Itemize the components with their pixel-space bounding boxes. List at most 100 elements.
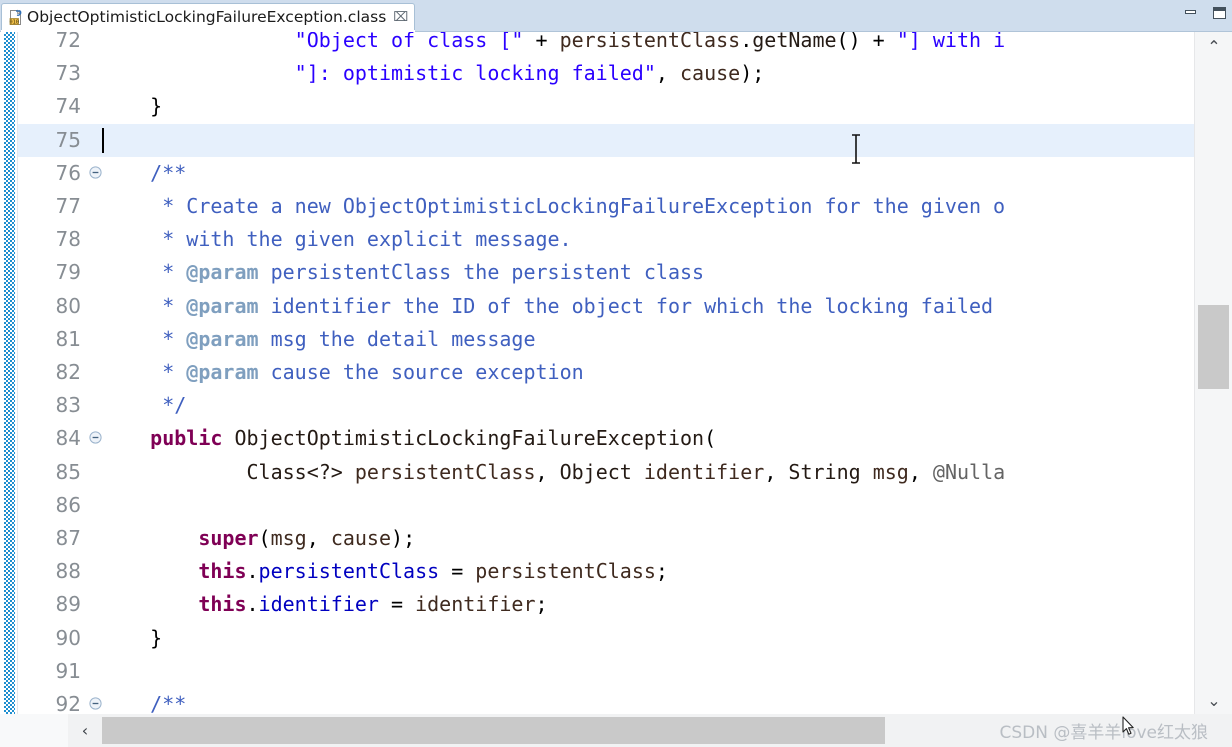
fold-collapse-icon[interactable] [89, 697, 102, 710]
line-number-row: 78 [18, 223, 88, 256]
fold-row [88, 157, 102, 190]
fold-row [88, 90, 102, 123]
fold-row [88, 456, 102, 489]
minimize-button[interactable] [1184, 7, 1198, 19]
code-line[interactable]: */ [102, 389, 1194, 422]
fold-row [88, 389, 102, 422]
horizontal-scrollbar-thumb[interactable] [102, 717, 885, 744]
code-line[interactable]: } [102, 90, 1194, 123]
code-line-text: * @param persistentClass the persistent … [102, 260, 705, 285]
scroll-down-icon[interactable]: ⌄ [1195, 686, 1232, 714]
code-line[interactable]: /** [102, 688, 1194, 714]
code-line-text: this.persistentClass = persistentClass; [198, 559, 668, 584]
code-line[interactable]: this.identifier = identifier; [102, 588, 1194, 621]
code-line-text: this.identifier = identifier; [198, 592, 548, 617]
code-line-text: } [150, 94, 163, 119]
line-number-row: 90 [18, 622, 88, 655]
maximize-button[interactable] [1212, 7, 1226, 19]
line-number-row: 73 [18, 57, 88, 90]
svg-text:010: 010 [10, 20, 19, 26]
code-line[interactable]: } [102, 622, 1194, 655]
code-line[interactable]: * @param identifier the ID of the object… [102, 290, 1194, 323]
line-number: 92 [55, 692, 81, 714]
line-number-row: 92 [18, 688, 88, 714]
code-line-text: public ObjectOptimisticLockingFailureExc… [150, 426, 717, 451]
code-line[interactable]: * with the given explicit message. [102, 223, 1194, 256]
scroll-left-icon[interactable]: ‹ [68, 714, 102, 747]
line-number-row: 74 [18, 90, 88, 123]
fold-row [88, 688, 102, 714]
fold-row [88, 422, 102, 455]
fold-row [88, 522, 102, 555]
code-line[interactable] [102, 489, 1194, 522]
code-line[interactable]: this.persistentClass = persistentClass; [102, 555, 1194, 588]
code-line[interactable]: Class<?> persistentClass, Object identif… [102, 456, 1194, 489]
eclipse-editor-window: 010 ObjectOptimisticLockingFailureExcept… [0, 0, 1232, 747]
folding-column[interactable] [88, 32, 102, 714]
marker-bar[interactable] [0, 32, 18, 714]
line-number: 73 [55, 61, 81, 86]
scrollbar-left-pad [0, 714, 68, 747]
line-number: 84 [55, 426, 81, 451]
code-line[interactable]: * Create a new ObjectOptimisticLockingFa… [102, 190, 1194, 223]
code-line-text: */ [102, 393, 187, 418]
close-icon[interactable]: ⌧ [393, 11, 408, 24]
line-number: 78 [55, 227, 81, 252]
fold-row [88, 57, 102, 90]
code-line[interactable]: public ObjectOptimisticLockingFailureExc… [102, 422, 1194, 455]
code-line[interactable] [102, 655, 1194, 688]
fold-collapse-icon[interactable] [89, 166, 102, 179]
line-number-row: 81 [18, 323, 88, 356]
code-line[interactable]: * @param msg the detail message [102, 323, 1194, 356]
code-line-text: * @param identifier the ID of the object… [102, 293, 994, 318]
line-number-gutter: 72 73 74 75 76 77 78 79 80 81 82 83 84 85 86 87 88 89 90 91… [18, 32, 88, 714]
editor-tab-label: ObjectOptimisticLockingFailureException.… [27, 7, 387, 26]
fold-row [88, 32, 102, 57]
code-line-text: * Create a new ObjectOptimisticLockingFa… [102, 194, 1006, 218]
code-line[interactable]: * @param cause the source exception [102, 356, 1194, 389]
code-line-text: * with the given explicit message. [102, 227, 572, 252]
line-number: 77 [55, 194, 81, 218]
line-number: 82 [55, 360, 81, 384]
line-number-row: 83 [18, 389, 88, 422]
code-editor[interactable]: 72 73 74 75 76 77 78 79 80 81 82 83 84 85 86 87 88 89 90 91… [0, 32, 1232, 714]
vertical-scrollbar-thumb[interactable] [1198, 305, 1229, 389]
code-line-text: } [150, 625, 163, 650]
code-line[interactable] [102, 123, 1194, 157]
line-number: 76 [55, 160, 81, 185]
fold-row [88, 123, 102, 157]
editor-tab[interactable]: 010 ObjectOptimisticLockingFailureExcept… [1, 3, 416, 31]
line-number: 74 [55, 94, 81, 119]
code-line[interactable]: * @param persistentClass the persistent … [102, 256, 1194, 289]
fold-collapse-icon[interactable] [89, 431, 102, 444]
code-line-text: "Object of class [" + persistentClass.ge… [294, 32, 1006, 52]
java-class-file-icon: 010 [7, 9, 24, 26]
line-number-row: 88 [18, 555, 88, 588]
vertical-scrollbar[interactable]: ⌃ ⌄ [1194, 32, 1232, 714]
line-number: 87 [55, 526, 81, 550]
code-text-area[interactable]: "Object of class [" + persistentClass.ge… [102, 32, 1194, 714]
line-number-row: 75 [18, 123, 88, 157]
code-line[interactable]: "Object of class [" + persistentClass.ge… [102, 32, 1194, 57]
fold-row [88, 256, 102, 289]
line-number: 89 [55, 592, 81, 617]
code-line-text: /** [150, 692, 187, 714]
code-line-text: super(msg, cause); [198, 526, 416, 550]
line-number: 83 [55, 393, 81, 418]
fold-row [88, 223, 102, 256]
line-number-row: 89 [18, 588, 88, 621]
line-number-row: 76 [18, 157, 88, 190]
line-number-row: 80 [18, 290, 88, 323]
code-line[interactable]: "]: optimistic locking failed", cause); [102, 57, 1194, 90]
horizontal-scrollbar[interactable]: ‹ CSDN @喜羊羊love红太狼 [0, 714, 1232, 747]
line-number-row: 77 [18, 190, 88, 223]
text-caret [102, 127, 104, 153]
line-number: 90 [55, 625, 81, 650]
code-line[interactable]: super(msg, cause); [102, 522, 1194, 555]
code-line-text: "]: optimistic locking failed", cause); [294, 61, 765, 86]
title-bar: 010 ObjectOptimisticLockingFailureExcept… [0, 0, 1232, 32]
scroll-up-icon[interactable]: ⌃ [1195, 32, 1232, 60]
line-number-row: 85 [18, 456, 88, 489]
line-number: 91 [55, 658, 81, 683]
code-line[interactable]: /** [102, 157, 1194, 190]
